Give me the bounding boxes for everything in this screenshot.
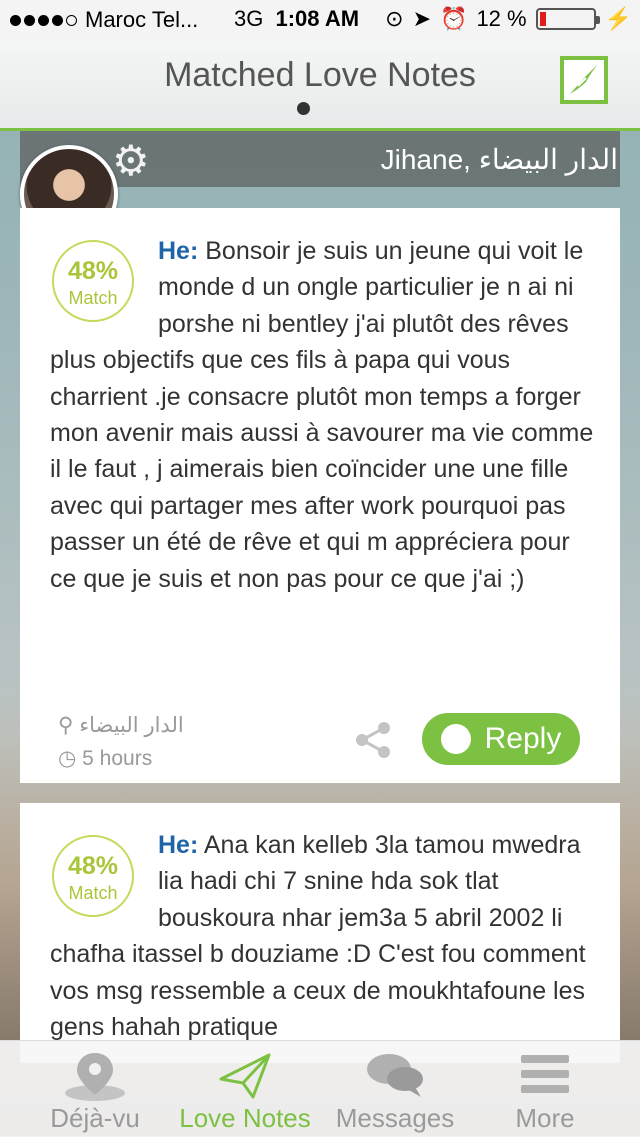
alarm-icon: ⏰: [440, 6, 468, 31]
carrier-name: Maroc Tel...: [85, 7, 199, 32]
tab-deja-vu[interactable]: Déjà-vu: [15, 1041, 175, 1137]
battery-icon: [535, 8, 600, 30]
paper-plane-icon: [217, 1051, 273, 1108]
page-title: Matched Love Notes: [164, 56, 476, 94]
note-location: الدار البيضاء: [79, 714, 184, 737]
note-text-block: He: Ana kan kelleb 3la tamou mwedra lia …: [50, 827, 602, 1045]
tab-bar: Déjà-vu Love Notes Messages More: [0, 1040, 640, 1137]
tab-love-notes[interactable]: Love Notes: [165, 1041, 325, 1137]
tab-label: Love Notes: [179, 1103, 311, 1133]
note-text-block: He: Bonsoir je suis un jeune qui voit le…: [50, 233, 602, 597]
battery-percent: 12 %: [476, 6, 527, 31]
clock-icon: ◷: [58, 747, 83, 770]
user-name: Jihane, الدار البيضاء: [380, 144, 618, 175]
status-bar: Maroc Tel... 3G 1:08 AM ⊙ ➤ ⏰ 12 % ⚡: [0, 0, 640, 40]
tab-more[interactable]: More: [465, 1041, 625, 1137]
navigation-bar: Matched Love Notes: [0, 40, 640, 131]
page-indicator: [297, 102, 310, 115]
tab-messages[interactable]: Messages: [315, 1041, 475, 1137]
compose-note-button[interactable]: [560, 56, 608, 104]
gear-icon[interactable]: ⚙: [112, 140, 150, 182]
map-pin-icon: [63, 1051, 127, 1108]
charging-icon: ⚡: [604, 6, 632, 31]
note-prefix: He:: [158, 237, 199, 265]
menu-icon: [517, 1051, 573, 1104]
love-note-card: 48% Match He: Ana kan kelleb 3la tamou m…: [20, 803, 620, 1063]
location-arrow-icon: ➤: [412, 6, 432, 31]
note-time: 5 hours: [82, 747, 153, 770]
clock: 1:08 AM: [275, 6, 360, 31]
map-marker-icon: ⚲: [58, 714, 80, 737]
note-prefix: He:: [158, 831, 199, 859]
love-note-card: 48% Match He: Bonsoir je suis un jeune q…: [20, 208, 620, 783]
note-meta: ⚲ الدار البيضاء ◷ 5 hours: [58, 713, 184, 771]
quill-icon: [570, 64, 598, 94]
chat-bubbles-icon: [363, 1051, 427, 1108]
network-type: 3G: [234, 6, 264, 31]
signal-strength-icon: [10, 14, 77, 26]
reply-label: Reply: [484, 722, 562, 755]
rotation-lock-icon: ⊙: [385, 6, 404, 31]
tab-label: Déjà-vu: [50, 1103, 140, 1133]
heart-bubble-icon: [440, 724, 471, 754]
tab-label: More: [515, 1103, 575, 1133]
reply-button[interactable]: Reply: [422, 713, 580, 765]
tab-label: Messages: [335, 1103, 455, 1133]
share-icon[interactable]: [354, 722, 394, 766]
